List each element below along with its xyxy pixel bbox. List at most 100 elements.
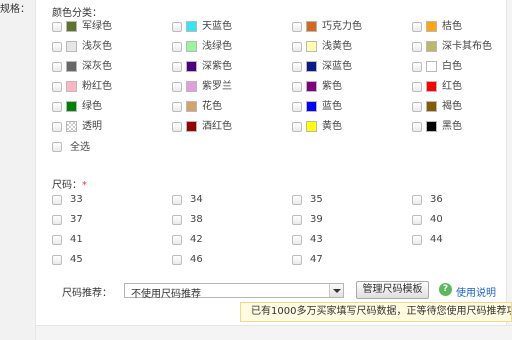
size-label: 38 (190, 214, 203, 225)
size-checkbox[interactable] (52, 235, 62, 245)
colors-section-title: 颜色分类： (52, 8, 102, 19)
size-label: 43 (310, 234, 323, 245)
size-label: 47 (310, 254, 323, 265)
help-icon[interactable]: ? (439, 283, 452, 296)
size-label: 36 (430, 194, 443, 205)
color-checkbox[interactable] (52, 102, 62, 112)
tip-text: 已有1000多万买家填写尺码数据，正等待您使用尺码推荐功能 (251, 306, 512, 317)
color-swatch (306, 61, 317, 72)
size-label: 45 (70, 254, 83, 265)
size-checkbox[interactable] (52, 255, 62, 265)
color-swatch (426, 121, 437, 132)
select-all-checkbox[interactable] (52, 142, 62, 152)
color-checkbox[interactable] (172, 102, 182, 112)
color-checkbox[interactable] (172, 82, 182, 92)
color-label: 粉红色 (82, 81, 112, 92)
color-checkbox[interactable] (172, 122, 182, 132)
color-label: 花色 (202, 101, 222, 112)
color-swatch (66, 41, 77, 52)
color-checkbox[interactable] (412, 102, 422, 112)
color-checkbox[interactable] (412, 62, 422, 72)
color-swatch (186, 81, 197, 92)
color-swatch (306, 21, 317, 32)
color-label: 蓝色 (322, 101, 342, 112)
size-label: 41 (70, 234, 83, 245)
color-checkbox[interactable] (172, 42, 182, 52)
color-label: 天蓝色 (202, 21, 232, 32)
color-label: 深蓝色 (322, 61, 352, 72)
color-checkbox[interactable] (292, 122, 302, 132)
size-checkbox[interactable] (52, 215, 62, 225)
size-checkbox[interactable] (412, 215, 422, 225)
color-checkbox[interactable] (52, 62, 62, 72)
color-swatch (66, 21, 77, 32)
size-checkbox[interactable] (412, 235, 422, 245)
color-checkbox[interactable] (52, 22, 62, 32)
size-label: 46 (190, 254, 203, 265)
size-checkbox[interactable] (172, 235, 182, 245)
size-checkbox[interactable] (172, 215, 182, 225)
required-mark: * (82, 180, 87, 191)
color-checkbox[interactable] (292, 62, 302, 72)
color-checkbox[interactable] (292, 42, 302, 52)
color-swatch (186, 41, 197, 52)
size-checkbox[interactable] (412, 195, 422, 205)
color-label: 浅绿色 (202, 41, 232, 52)
color-label: 白色 (442, 61, 462, 72)
color-swatch (426, 81, 437, 92)
size-recommend-label: 尺码推荐： (62, 288, 112, 299)
size-recommend-select[interactable]: 不使用尺码推荐 (124, 283, 344, 300)
color-checkbox[interactable] (292, 22, 302, 32)
color-swatch (426, 41, 437, 52)
color-checkbox[interactable] (292, 102, 302, 112)
color-label: 黑色 (442, 121, 462, 132)
color-swatch (66, 81, 77, 92)
color-checkbox[interactable] (172, 62, 182, 72)
color-swatch (306, 121, 317, 132)
color-label: 浅黄色 (322, 41, 352, 52)
manage-size-template-button[interactable]: 管理尺码模板 (356, 281, 429, 299)
color-label: 红色 (442, 81, 462, 92)
color-label: 褐色 (442, 101, 462, 112)
size-checkbox[interactable] (292, 215, 302, 225)
color-label: 深卡其布色 (442, 41, 492, 52)
color-checkbox[interactable] (52, 42, 62, 52)
size-label: 33 (70, 194, 83, 205)
color-label: 酒红色 (202, 121, 232, 132)
color-swatch (186, 61, 197, 72)
color-checkbox[interactable] (52, 122, 62, 132)
size-checkbox[interactable] (292, 235, 302, 245)
color-label: 紫罗兰 (202, 81, 232, 92)
color-label: 桔色 (442, 21, 462, 32)
color-checkbox[interactable] (412, 82, 422, 92)
color-checkbox[interactable] (412, 122, 422, 132)
help-link[interactable]: 使用说明 (456, 284, 496, 299)
color-checkbox[interactable] (52, 82, 62, 92)
size-checkbox[interactable] (172, 195, 182, 205)
color-swatch (186, 101, 197, 112)
color-checkbox[interactable] (412, 42, 422, 52)
size-checkbox[interactable] (172, 255, 182, 265)
color-swatch (66, 101, 77, 112)
chevron-down-icon[interactable] (329, 284, 343, 297)
size-checkbox[interactable] (292, 195, 302, 205)
color-label: 浅灰色 (82, 41, 112, 52)
color-label: 紫色 (322, 81, 342, 92)
size-checkbox[interactable] (292, 255, 302, 265)
size-label: 40 (430, 214, 443, 225)
color-checkbox[interactable] (292, 82, 302, 92)
color-swatch (66, 61, 77, 72)
color-checkbox[interactable] (172, 22, 182, 32)
size-checkbox[interactable] (52, 195, 62, 205)
color-checkbox[interactable] (412, 22, 422, 32)
bottom-edge-panel (36, 325, 512, 340)
right-edge-panel (506, 0, 512, 340)
size-label: 39 (310, 214, 323, 225)
sizes-section-title: 尺码：* (52, 180, 87, 191)
size-recommend-select-value: 不使用尺码推荐 (131, 289, 201, 300)
color-swatch (426, 21, 437, 32)
size-label: 35 (310, 194, 323, 205)
color-label: 透明 (82, 121, 102, 132)
color-label: 绿色 (82, 101, 102, 112)
color-swatch (426, 101, 437, 112)
